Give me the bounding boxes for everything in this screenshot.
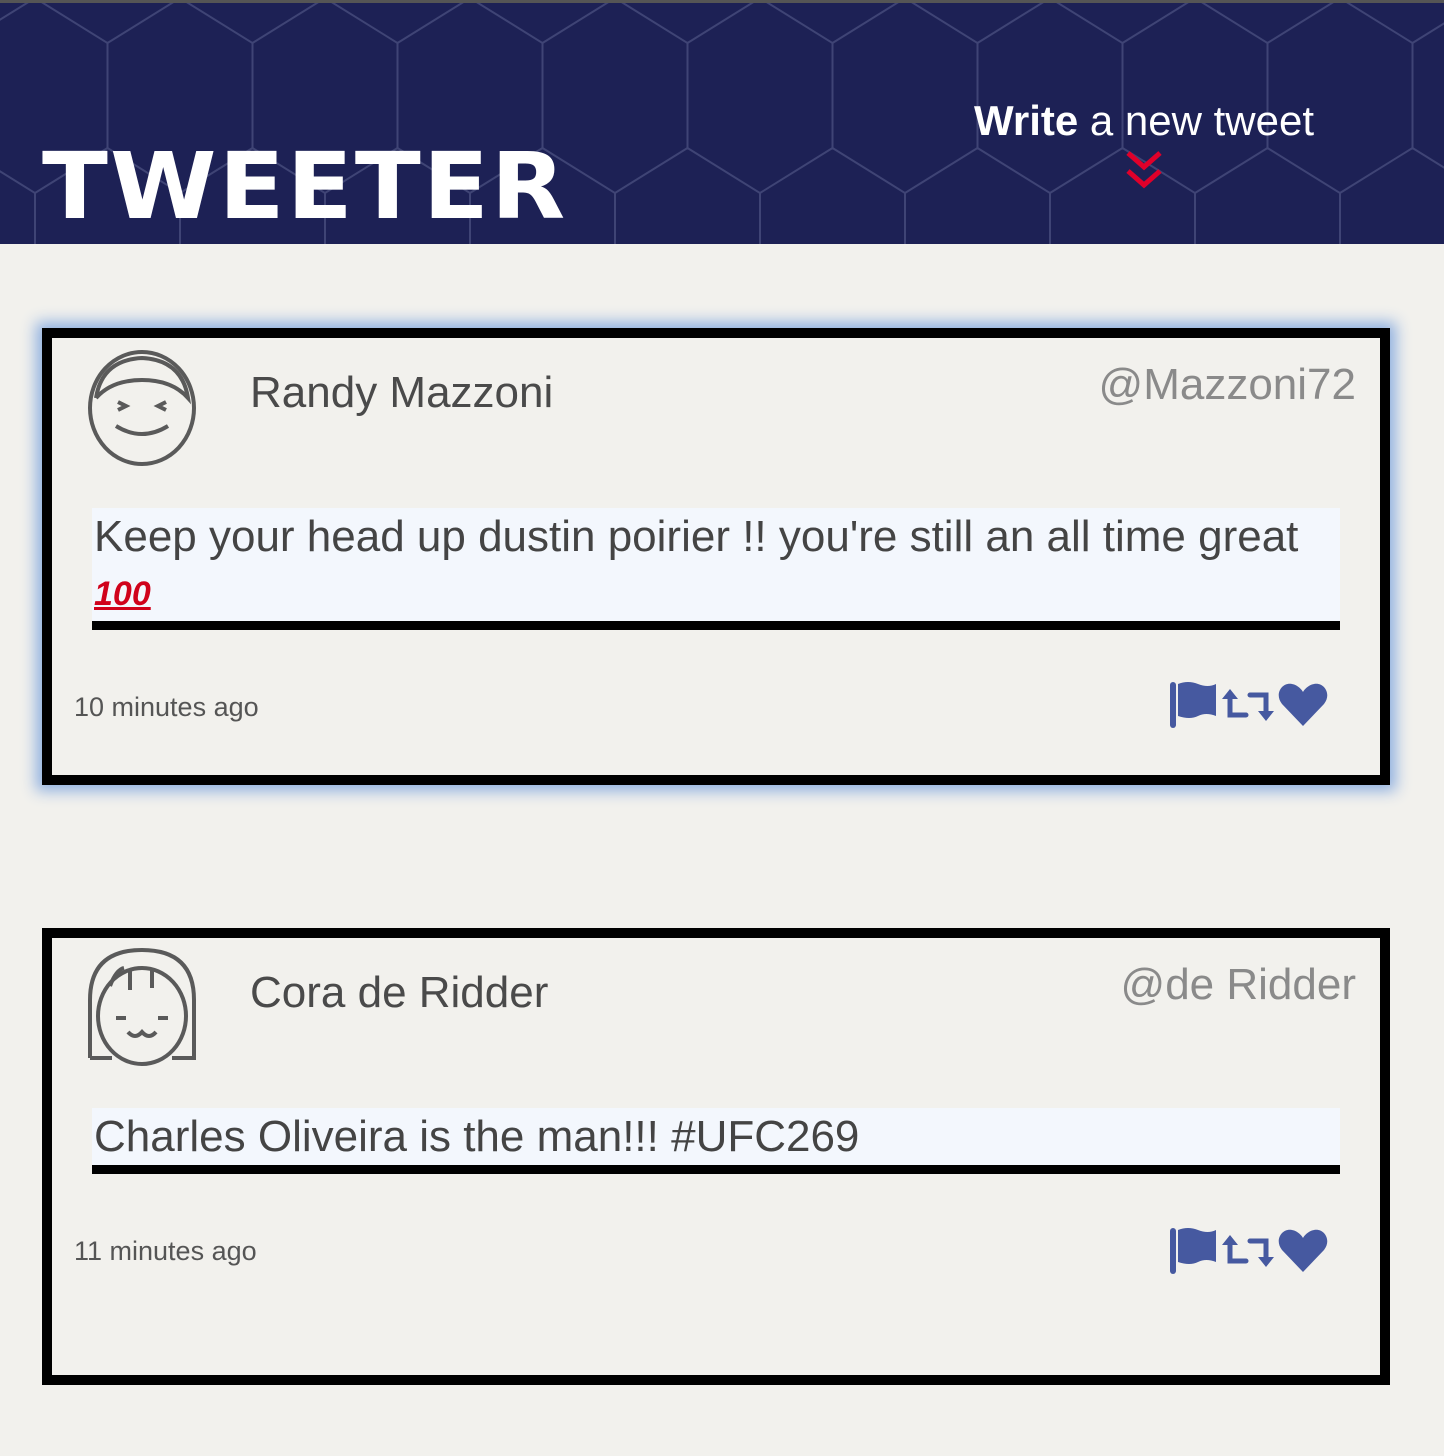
tweet-text-content: Charles Oliveira is the man!!! #UFC269 [94,1112,860,1161]
tweet-actions [1168,680,1328,730]
flag-icon[interactable] [1168,680,1218,730]
tweet-text: Charles Oliveira is the man!!! #UFC269 [92,1108,1340,1174]
tweet-timestamp: 10 minutes ago [74,692,259,722]
tweet-card: Randy Mazzoni @Mazzoni72 Keep your head … [42,328,1390,785]
author-name: Cora de Ridder [250,968,549,1017]
flag-icon[interactable] [1168,1226,1218,1276]
compose-rest: a new tweet [1078,97,1315,144]
double-chevron-down-icon[interactable] [1124,149,1164,191]
author-handle: @de Ridder [1120,960,1356,1009]
site-header: TWEETER Write a new tweet [0,3,1444,244]
site-logo: TWEETER [42,133,568,240]
compose-bold: Write [973,97,1079,144]
tweet-text-content: Keep your head up dustin poirier !! you'… [94,512,1299,561]
tweet-timestamp: 11 minutes ago [74,1236,257,1266]
avatar-male [88,350,196,466]
heart-icon[interactable] [1278,1228,1328,1274]
author-handle: @Mazzoni72 [1098,360,1356,409]
hundred-points-emoji: 100 [94,575,151,613]
tweet-card: Cora de Ridder @de Ridder Charles Olivei… [42,928,1390,1385]
avatar-female [88,947,196,1066]
heart-icon[interactable] [1278,682,1328,728]
author-name: Randy Mazzoni [250,368,554,417]
retweet-icon[interactable] [1220,1231,1276,1271]
write-new-tweet-button[interactable]: Write a new tweet [966,97,1322,191]
tweet-text: Keep your head up dustin poirier !! you'… [92,508,1340,630]
retweet-icon[interactable] [1220,685,1276,725]
tweet-actions [1168,1226,1328,1276]
